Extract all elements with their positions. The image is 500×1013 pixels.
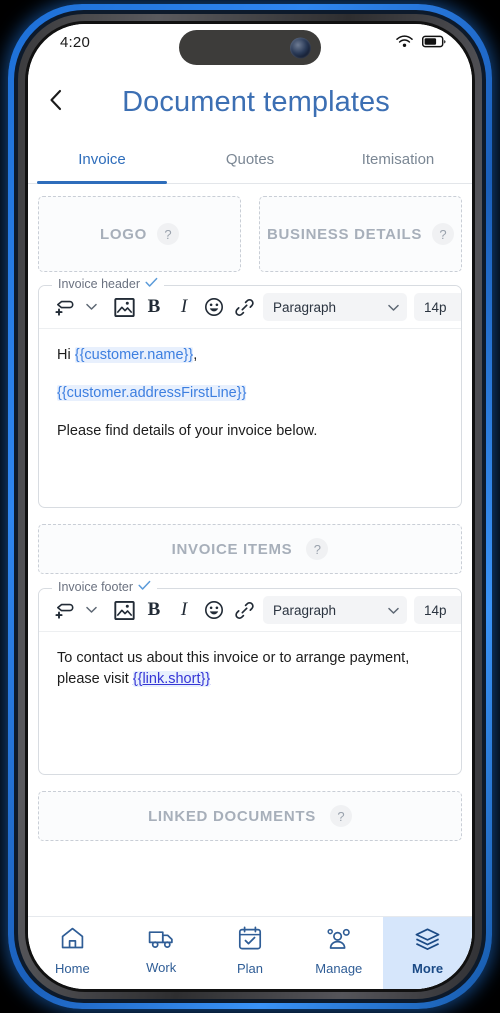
nav-item-more[interactable]: More — [383, 917, 472, 989]
nav-label-manage: Manage — [315, 960, 363, 976]
invoice-items-help-icon[interactable]: ? — [306, 538, 329, 560]
image-icon[interactable] — [109, 292, 139, 322]
paragraph-chevron-down-icon — [388, 300, 399, 315]
merge-tag-customer-address[interactable]: {{customer.addressFirstLine}} — [57, 385, 247, 402]
nav-label-home: Home — [55, 961, 90, 976]
font-size-value: 14p — [424, 299, 447, 315]
tab-invoice-label: Invoice — [78, 150, 126, 168]
linked-documents-placeholder[interactable]: LINKED DOCUMENTS ? — [38, 791, 462, 841]
business-details-placeholder[interactable]: BUSINESS DETAILS ? — [259, 196, 462, 272]
invoice-items-placeholder[interactable]: INVOICE ITEMS ? — [38, 524, 462, 574]
tab-bar: Invoice Quotes Itemisation — [28, 135, 472, 184]
paragraph-style-value: Paragraph — [273, 602, 337, 618]
nav-label-plan: Plan — [236, 961, 263, 976]
merge-tag-link-short[interactable]: {{link.short}} — [132, 671, 211, 688]
truck-icon — [148, 927, 175, 955]
paragraph-style-value: Paragraph — [273, 299, 337, 315]
check-icon — [145, 277, 158, 291]
nav-item-plan[interactable]: Plan — [206, 917, 295, 989]
tag-plus-icon[interactable] — [49, 292, 79, 322]
font-size-select[interactable]: 14p — [414, 596, 461, 624]
image-icon[interactable] — [109, 595, 139, 625]
smiley-icon[interactable] — [199, 595, 229, 625]
header-line-1-prefix: Hi — [57, 347, 75, 363]
invoice-header-toolbar: B I Paragraph 14p — [39, 286, 461, 329]
template-scroll-area[interactable]: LOGO ? BUSINESS DETAILS ? Invoice header — [28, 184, 472, 934]
back-button[interactable] — [39, 85, 73, 119]
people-icon — [325, 927, 353, 956]
paragraph-style-select[interactable]: Paragraph — [263, 596, 407, 624]
font-size-value: 14p — [424, 602, 447, 618]
status-icons — [396, 35, 446, 53]
merge-tag-chevron-down-icon[interactable] — [79, 595, 103, 625]
business-details-placeholder-label: BUSINESS DETAILS — [266, 225, 423, 243]
check-icon — [138, 580, 151, 594]
linked-documents-placeholder-label: LINKED DOCUMENTS — [148, 807, 316, 825]
italic-button[interactable]: I — [169, 595, 199, 625]
merge-tag-customer-name[interactable]: {{customer.name}} — [74, 347, 194, 363]
bottom-navigation: Home Work Plan Manage More — [28, 916, 472, 989]
invoice-footer-toolbar: B I Paragraph 14p — [39, 589, 461, 632]
front-camera-icon — [290, 37, 311, 58]
tab-invoice[interactable]: Invoice — [28, 135, 176, 184]
nav-item-work[interactable]: Work — [117, 917, 206, 989]
nav-item-home[interactable]: Home — [28, 917, 117, 989]
nav-item-manage[interactable]: Manage — [294, 917, 383, 989]
linked-documents-help-icon[interactable]: ? — [329, 805, 352, 827]
logo-placeholder-label: LOGO — [100, 225, 147, 243]
footer-line-1-text: To contact us about this invoice or to a… — [57, 650, 410, 688]
invoice-footer-text[interactable]: To contact us about this invoice or to a… — [39, 632, 461, 774]
footer-line-1: To contact us about this invoice or to a… — [57, 648, 443, 690]
header-placeholder-row: LOGO ? BUSINESS DETAILS ? — [38, 196, 462, 272]
tab-quotes[interactable]: Quotes — [176, 135, 324, 183]
tab-quotes-label: Quotes — [225, 150, 275, 168]
nav-label-more: More — [412, 960, 444, 976]
invoice-header-editor: Invoice header B I Paragraph 14p Hi {{cu… — [38, 277, 462, 508]
tab-itemisation-label: Itemisation — [361, 150, 435, 168]
home-icon — [60, 926, 85, 956]
link-icon[interactable] — [229, 595, 259, 625]
phone-screen: 4:20 Document templates Invoice Quotes I… — [28, 24, 472, 989]
layers-icon — [414, 927, 441, 956]
font-size-select[interactable]: 14p — [414, 293, 461, 321]
app-header: Document templates — [28, 69, 472, 135]
battery-icon — [421, 35, 446, 53]
tab-itemisation[interactable]: Itemisation — [324, 135, 472, 183]
screenshot-root: 4:20 Document templates Invoice Quotes I… — [0, 0, 500, 1013]
invoice-footer-editor: Invoice footer B I Paragraph 14p To cont… — [38, 580, 462, 775]
calendar-check-icon — [238, 926, 262, 956]
invoice-items-placeholder-label: INVOICE ITEMS — [171, 540, 293, 558]
logo-placeholder[interactable]: LOGO ? — [38, 196, 241, 272]
invoice-footer-legend-label: Invoice footer — [58, 580, 134, 594]
link-icon[interactable] — [229, 292, 259, 322]
tag-plus-icon[interactable] — [49, 595, 79, 625]
chevron-left-icon — [48, 88, 64, 117]
page-title: Document templates — [122, 85, 390, 118]
wifi-icon — [396, 35, 413, 53]
header-line-3: Please find details of your invoice belo… — [57, 423, 318, 440]
invoice-footer-legend: Invoice footer — [52, 580, 158, 594]
header-line-1-suffix: , — [193, 347, 198, 363]
header-line-2: {{customer.addressFirstLine}} — [57, 383, 443, 404]
status-bar: 4:20 — [28, 24, 472, 69]
nav-label-work: Work — [146, 960, 177, 975]
header-line-1: Hi {{customer.name}}, — [57, 345, 443, 366]
invoice-header-text[interactable]: Hi {{customer.name}}, {{customer.address… — [39, 329, 461, 507]
paragraph-style-select[interactable]: Paragraph — [263, 293, 407, 321]
business-details-help-icon[interactable]: ? — [432, 223, 455, 245]
logo-help-icon[interactable]: ? — [156, 223, 179, 245]
status-time: 4:20 — [60, 34, 90, 51]
bold-button[interactable]: B — [139, 292, 169, 322]
italic-button[interactable]: I — [169, 292, 199, 322]
merge-tag-chevron-down-icon[interactable] — [79, 292, 103, 322]
invoice-header-legend: Invoice header — [52, 277, 165, 291]
invoice-header-legend-label: Invoice header — [58, 277, 141, 291]
smiley-icon[interactable] — [199, 292, 229, 322]
bold-button[interactable]: B — [139, 595, 169, 625]
dynamic-island — [179, 30, 321, 65]
paragraph-chevron-down-icon — [388, 603, 399, 618]
